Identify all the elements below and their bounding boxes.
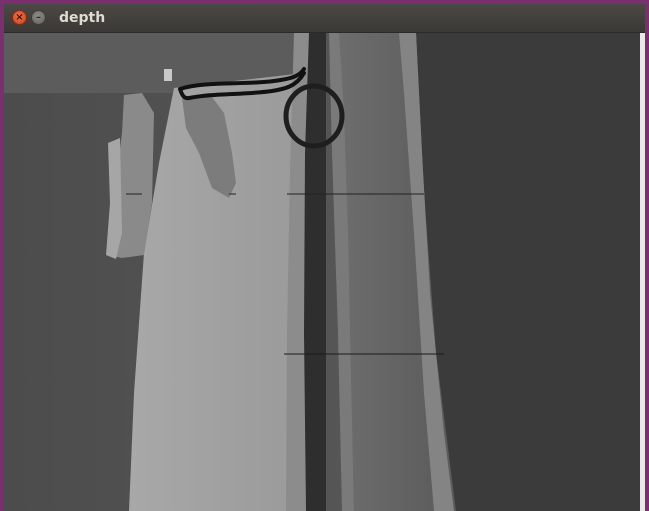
dark-right-region <box>416 33 640 511</box>
small-marker <box>164 69 172 81</box>
title-bar[interactable]: × – depth <box>4 4 645 33</box>
close-button[interactable]: × <box>12 10 27 25</box>
depth-image[interactable] <box>4 33 640 511</box>
minimize-button[interactable]: – <box>31 10 46 25</box>
close-icon: × <box>15 11 24 23</box>
depth-window: × – depth <box>4 4 645 511</box>
background-window-edge <box>640 33 645 511</box>
center-pole <box>304 33 326 511</box>
minimize-icon: – <box>36 11 41 23</box>
depth-map-canvas <box>4 33 640 511</box>
window-title: depth <box>59 10 106 26</box>
